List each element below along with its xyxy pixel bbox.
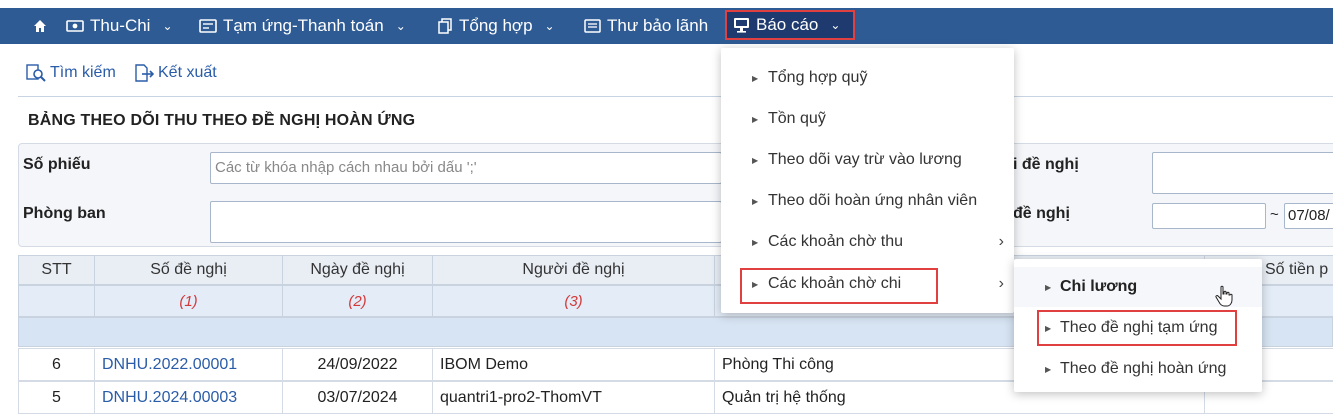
cell-nguoi: quantri1-pro2-ThomVT xyxy=(432,381,715,414)
phong-ban-label: Phòng ban xyxy=(23,205,106,222)
bullet-icon: ▶ xyxy=(752,155,759,165)
letter-icon xyxy=(584,19,601,33)
cell-stt: 6 xyxy=(18,348,95,381)
nav-tong-hop[interactable]: Tổng hợp ⌄ xyxy=(437,8,555,44)
chevron-right-icon: › xyxy=(998,233,1004,250)
col-number-2: (2) xyxy=(282,285,433,317)
menu-item-label: Theo dõi hoàn ứng nhân viên xyxy=(768,192,978,209)
top-nav-bar: Thu-Chi ⌄ Tạm ứng-Thanh toán ⌄ Tổng hợp ⌄ T… xyxy=(0,8,1333,44)
nav-label: Thu-Chi xyxy=(90,16,151,35)
ngay-de-nghi-label: đề nghị xyxy=(1013,205,1070,222)
date-separator: ~ xyxy=(1270,206,1279,223)
chevron-right-icon: › xyxy=(998,275,1004,292)
submenu-item-label: Theo đề nghị hoàn ứng xyxy=(1060,360,1227,377)
export-button[interactable]: Kết xuất xyxy=(134,64,217,82)
col-number-3: (3) xyxy=(432,285,715,317)
menu-item-tong-hop-quy[interactable]: ▶ Tổng hợp quỹ xyxy=(721,58,1014,98)
nav-thu-chi[interactable]: Thu-Chi ⌄ xyxy=(66,8,173,44)
nav-bao-cao[interactable]: Báo cáo ⌄ xyxy=(725,10,855,40)
cell-stt: 5 xyxy=(18,381,95,414)
col-number-1: (1) xyxy=(94,285,283,317)
nguoi-de-nghi-label: i đề nghị xyxy=(1013,156,1079,173)
so-phieu-input[interactable]: Các từ khóa nhập cách nhau bởi dấu ';' xyxy=(210,152,722,184)
date-to-input[interactable]: 07/08/ xyxy=(1284,203,1333,229)
highlight-cho-chi xyxy=(740,268,938,304)
nav-label: Báo cáo xyxy=(756,15,819,34)
bullet-icon: ▶ xyxy=(1045,282,1052,292)
nav-label: Thư bảo lãnh xyxy=(607,16,709,35)
search-button[interactable]: Tìm kiếm xyxy=(26,64,116,82)
chevron-down-icon: ⌄ xyxy=(395,19,406,33)
home-icon[interactable] xyxy=(32,8,48,44)
submenu-item-label: Chi lương xyxy=(1060,278,1138,295)
menu-item-label: Tồn quỹ xyxy=(768,110,826,127)
bullet-icon: ▶ xyxy=(752,114,759,124)
nav-tam-ung[interactable]: Tạm ứng-Thanh toán ⌄ xyxy=(199,8,406,44)
phong-ban-input[interactable] xyxy=(210,201,722,243)
menu-item-ton-quy[interactable]: ▶ Tồn quỹ xyxy=(721,99,1014,139)
so-phieu-label: Số phiếu xyxy=(23,156,91,173)
nav-thu-bao-lanh[interactable]: Thư bảo lãnh xyxy=(584,8,708,44)
export-icon xyxy=(135,64,154,82)
monitor-icon xyxy=(734,18,749,33)
chevron-down-icon: ⌄ xyxy=(830,18,841,32)
menu-item-cho-thu[interactable]: ▶ Các khoản chờ thu › xyxy=(721,222,1014,262)
bullet-icon: ▶ xyxy=(1045,364,1052,374)
bullet-icon: ▶ xyxy=(752,196,759,206)
cell-so-de-nghi-link[interactable]: DNHU.2024.00003 xyxy=(94,381,283,414)
menu-item-label: Các khoản chờ thu xyxy=(768,233,904,250)
submenu-item-de-nghi-hoan-ung[interactable]: ▶ Theo đề nghị hoàn ứng xyxy=(1014,349,1262,389)
bullet-icon: ▶ xyxy=(752,237,759,247)
search-label: Tìm kiếm xyxy=(50,64,116,81)
cell-so-de-nghi-link[interactable]: DNHU.2022.00001 xyxy=(94,348,283,381)
date-from-input[interactable] xyxy=(1152,203,1266,229)
menu-item-vay-tru-luong[interactable]: ▶ Theo dõi vay trừ vào lương xyxy=(721,140,1014,180)
cell-ngay: 24/09/2022 xyxy=(282,348,433,381)
highlight-tam-ung xyxy=(1037,310,1237,346)
col-number-stt xyxy=(18,285,95,317)
col-header-so-de-nghi[interactable]: Số đề nghị xyxy=(94,255,283,285)
export-label: Kết xuất xyxy=(158,64,217,81)
menu-item-hoan-ung-nhan-vien[interactable]: ▶ Theo dõi hoàn ứng nhân viên xyxy=(721,181,1014,221)
bullet-icon: ▶ xyxy=(752,73,759,83)
nav-label: Tạm ứng-Thanh toán xyxy=(223,16,384,35)
hand-cursor-icon xyxy=(1215,285,1233,307)
page-title: BẢNG THEO DÕI THU THEO ĐỀ NGHỊ HOÀN ỨNG xyxy=(28,112,416,129)
cash-icon xyxy=(66,20,84,32)
col-header-nguoi-de-nghi[interactable]: Người đề nghị xyxy=(432,255,715,285)
nav-label: Tổng hợp xyxy=(459,16,533,35)
copy-icon xyxy=(438,18,452,34)
menu-item-label: Theo dõi vay trừ vào lương xyxy=(768,151,962,168)
col-header-ngay-de-nghi[interactable]: Ngày đề nghị xyxy=(282,255,433,285)
cell-nguoi: IBOM Demo xyxy=(432,348,715,381)
cell-ngay: 03/07/2024 xyxy=(282,381,433,414)
col-header-stt[interactable]: STT xyxy=(18,255,95,285)
nguoi-de-nghi-input[interactable] xyxy=(1152,152,1333,194)
search-icon xyxy=(26,64,46,82)
menu-item-label: Tổng hợp quỹ xyxy=(768,69,868,86)
chevron-down-icon: ⌄ xyxy=(162,19,173,33)
payment-icon xyxy=(199,19,217,33)
chevron-down-icon: ⌄ xyxy=(544,19,555,33)
